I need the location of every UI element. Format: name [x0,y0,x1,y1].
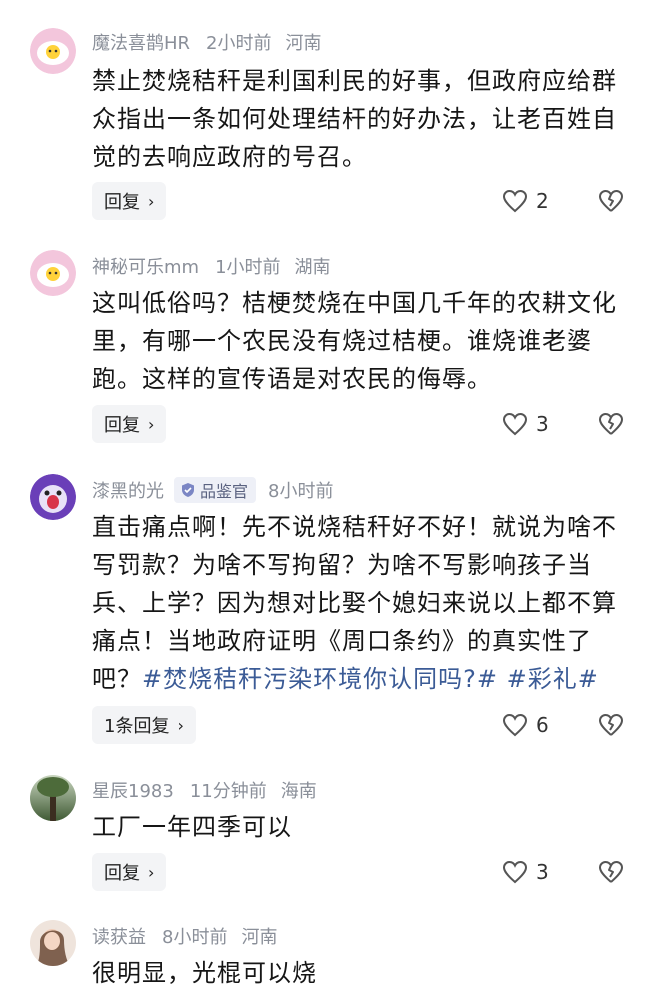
broken-heart-icon [599,190,623,212]
username[interactable]: 魔法喜鹊HR [92,29,190,55]
dislike-button[interactable] [598,853,626,891]
broken-heart-icon [599,413,623,435]
chevron-right-icon: › [148,414,155,434]
broken-heart-icon [599,714,623,736]
reply-label: 回复 [104,863,140,884]
user-avatar[interactable] [30,775,76,821]
hashtag-link[interactable]: #焚烧秸秆污染环境你认同吗?# [142,665,498,693]
like-count: 2 [536,189,549,213]
username[interactable]: 星辰1983 [92,777,174,803]
like-count: 6 [536,713,549,737]
like-count: 3 [536,412,549,436]
reply-count-button[interactable]: 1条回复 › [92,706,196,744]
reply-button[interactable]: 回复 › [92,405,167,443]
location: 河南 [285,33,322,54]
comment-text: 这叫低俗吗？桔梗焚烧在中国几千年的农耕文化里，有哪一个农民没有烧过桔梗。谁烧谁老… [92,289,617,393]
reply-label: 回复 [104,192,140,213]
user-avatar[interactable] [30,250,76,296]
chevron-right-icon: › [148,191,155,211]
comment-meta: 星辰1983 11分钟前 海南 [92,776,317,804]
badge-label: 品鉴官 [200,482,249,501]
like-button[interactable]: 2 [502,182,549,220]
comment-text: 很明显，光棍可以烧 [92,959,317,987]
comment-meta: 漆黑的光 品鉴官 8小时前 [92,476,347,504]
timestamp: 2小时前 [206,33,272,54]
location: 湖南 [294,257,331,278]
dislike-button[interactable] [598,405,626,443]
reply-button[interactable]: 回复 › [92,853,167,891]
like-button[interactable]: 6 [502,706,549,744]
like-count: 3 [536,860,549,884]
heart-icon [502,713,528,737]
username[interactable]: 神秘可乐mm [92,253,199,279]
like-button[interactable]: 3 [502,853,549,891]
reply-label: 回复 [104,415,140,436]
timestamp: 1小时前 [215,257,281,278]
heart-icon [502,189,528,213]
heart-icon [502,860,528,884]
expert-badge: 品鉴官 [174,477,257,503]
timestamp: 11分钟前 [189,781,267,802]
comment-text: 禁止焚烧秸秆是利国利民的好事，但政府应给群众指出一条如何处理结杆的好办法，让老百… [92,67,617,171]
chevron-right-icon: › [148,862,155,882]
user-avatar[interactable] [30,28,76,74]
comment-meta: 神秘可乐mm 1小时前 湖南 [92,252,331,280]
broken-heart-icon [599,861,623,883]
dislike-button[interactable] [598,706,626,744]
comment-meta: 魔法喜鹊HR 2小时前 河南 [92,28,322,56]
timestamp: 8小时前 [162,927,228,948]
reply-button[interactable]: 回复 › [92,182,167,220]
user-avatar[interactable] [30,474,76,520]
hashtag-link[interactable]: #彩礼# [507,665,599,693]
dislike-button[interactable] [598,182,626,220]
username[interactable]: 漆黑的光 [92,477,164,503]
location: 河南 [241,927,278,948]
comment-meta: 读获益 8小时前 河南 [92,922,277,950]
user-avatar[interactable] [30,920,76,966]
location: 海南 [280,781,317,802]
reply-label: 1条回复 [104,716,170,737]
like-button[interactable]: 3 [502,405,549,443]
chevron-right-icon: › [177,715,184,735]
username[interactable]: 读获益 [92,923,146,949]
heart-icon [502,412,528,436]
comment-text: 工厂一年四季可以 [92,813,292,841]
comment-text: 直击痛点啊！先不说烧秸秆好不好！就说为啥不写罚款？为啥不写拘留？为啥不写影响孩子… [92,508,640,698]
timestamp: 8小时前 [268,481,334,502]
verified-shield-icon [182,483,194,497]
